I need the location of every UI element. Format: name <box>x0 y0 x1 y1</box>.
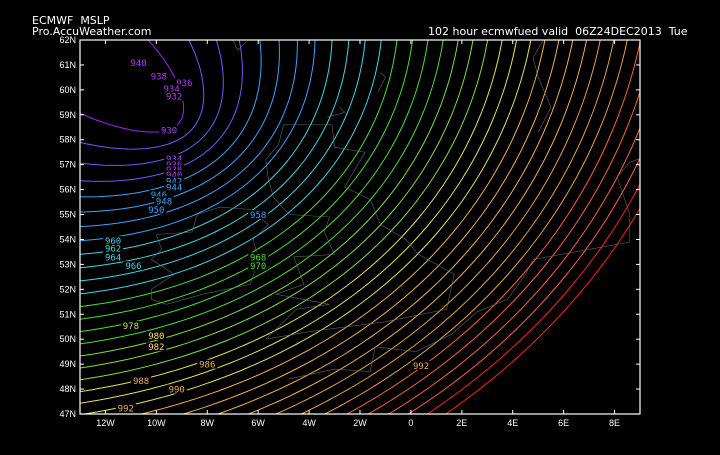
contour-label: 988 <box>133 377 149 387</box>
mslp-map: 62N 61N 60N 59N 58N 57N 56N 55N 54N 53N 52N 51N 50N 4… <box>59 35 641 428</box>
isobar-974 <box>80 40 444 345</box>
coastline-4 <box>377 72 386 93</box>
lat-label: 53N <box>59 259 76 269</box>
contour-label: 990 <box>169 386 185 396</box>
isobar-1008 <box>407 156 640 414</box>
coastline-2 <box>288 158 640 380</box>
lat-label: 54N <box>59 234 76 244</box>
lat-label: 51N <box>59 309 76 319</box>
lat-label: 62N <box>59 35 76 45</box>
contour-label: 940 <box>130 59 146 69</box>
isobar-956 <box>80 40 298 228</box>
latitude-labels: 62N 61N 60N 59N 58N 57N 56N 55N 54N 53N 52N 51N 50N 4… <box>59 35 76 419</box>
lon-label: 10W <box>147 418 166 428</box>
isobar-1000 <box>323 40 628 414</box>
contour-label: 970 <box>250 262 266 272</box>
lat-label: 52N <box>59 284 76 294</box>
lat-label: 56N <box>59 185 76 195</box>
contour-label: 982 <box>148 343 164 353</box>
lat-label: 57N <box>59 160 76 170</box>
isobar-988 <box>139 40 546 414</box>
contour-label: 978 <box>123 322 139 332</box>
isobar-962 <box>80 40 350 269</box>
map-frame <box>79 39 641 415</box>
contour-label: 966 <box>125 262 141 272</box>
lon-label: 8E <box>609 418 620 428</box>
contour-label: 938 <box>151 73 167 83</box>
contour-value-labels: 9409389369349329309349369389409429449469… <box>103 57 432 414</box>
isobar-1012 <box>444 207 640 414</box>
lon-label: 12W <box>96 418 115 428</box>
isobar-986 <box>81 40 532 414</box>
lat-label: 50N <box>59 334 76 344</box>
isobar-946 <box>80 40 205 150</box>
isobar-966 <box>80 40 382 295</box>
coastlines <box>150 40 640 380</box>
contour-label: 964 <box>105 253 121 263</box>
lon-label: 0 <box>408 418 413 428</box>
longitude-labels: 12W 10W 8W 6W 4W 2W 0 2E 4E 6E 8E <box>96 418 620 428</box>
isobar-960 <box>80 40 333 255</box>
contour-label: 950 <box>148 206 164 216</box>
contour-label: 986 <box>199 361 215 371</box>
isobar-1002 <box>346 40 640 414</box>
lat-label: 49N <box>59 359 76 369</box>
isobar-996 <box>274 40 601 414</box>
lon-label: 4E <box>507 418 518 428</box>
lat-label: 61N <box>59 60 76 70</box>
contour-label: 958 <box>250 211 266 221</box>
lon-label: 6W <box>251 418 265 428</box>
isobar-972 <box>80 40 429 333</box>
contour-label: 932 <box>166 93 182 103</box>
lat-label: 58N <box>59 135 76 145</box>
lon-label: 2E <box>456 418 467 428</box>
contour-label: 930 <box>161 126 177 136</box>
lat-label: 55N <box>59 210 76 220</box>
lon-label: 8W <box>201 418 215 428</box>
lon-label: 4W <box>302 418 316 428</box>
axis-ticks <box>80 39 640 415</box>
contour-label: 980 <box>148 332 164 342</box>
isobar-998 <box>300 40 615 414</box>
isobar-984 <box>80 40 518 404</box>
contour-label: 992 <box>413 362 429 372</box>
lon-label: 6E <box>558 418 569 428</box>
coastline-5 <box>326 107 346 118</box>
lat-label: 47N <box>59 409 76 419</box>
lat-label: 59N <box>59 110 76 120</box>
lat-label: 48N <box>59 384 76 394</box>
isobar-980 <box>80 40 489 381</box>
contour-label: 992 <box>118 404 134 414</box>
lat-label: 60N <box>59 85 76 95</box>
lon-label: 2W <box>353 418 367 428</box>
